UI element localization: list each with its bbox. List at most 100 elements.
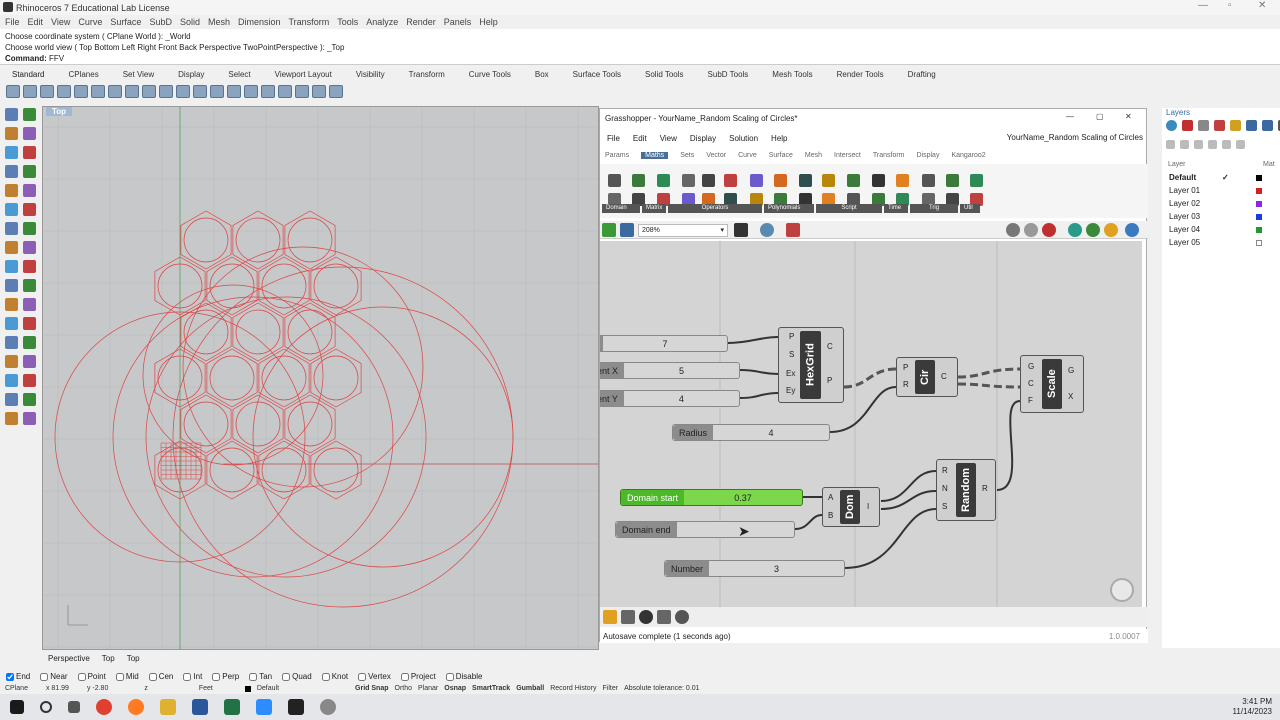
osnap-cen[interactable]: Cen (148, 672, 173, 681)
tab-surface-tools[interactable]: Surface Tools (561, 70, 633, 79)
gh-component-icon[interactable] (799, 174, 812, 187)
gh-minimize-icon[interactable]: — (1066, 112, 1074, 121)
help-icon[interactable] (329, 84, 343, 98)
point-icon[interactable] (23, 108, 36, 121)
menu-surface[interactable]: Surface (110, 17, 141, 27)
gh-tab-params[interactable]: Params (605, 152, 629, 159)
restore-icon[interactable]: ▫ (1228, 0, 1232, 11)
layer-row[interactable]: Layer 01 (1169, 186, 1274, 195)
filter-icon[interactable] (1236, 140, 1245, 149)
toggle-filter[interactable]: Filter (603, 685, 619, 692)
status-layer[interactable]: Default (257, 685, 279, 692)
input-pin[interactable]: P (789, 332, 794, 341)
osnap-checkbox[interactable] (282, 672, 291, 681)
toggle-smarttrack[interactable]: SmartTrack (472, 685, 510, 692)
gh-tab-vector[interactable]: Vector (706, 152, 726, 159)
surface-icon[interactable] (5, 203, 18, 216)
layers-panel-title[interactable]: Layers (1166, 108, 1190, 117)
input-pin[interactable]: A (828, 493, 833, 502)
line-icon[interactable] (5, 127, 18, 140)
rotate-view-icon[interactable] (159, 84, 173, 98)
rectangle-icon[interactable] (5, 165, 18, 178)
menu-analyze[interactable]: Analyze (366, 17, 398, 27)
output-pin[interactable]: P (827, 376, 832, 385)
gh-tab-curve[interactable]: Curve (738, 152, 757, 159)
close-icon[interactable]: ✕ (1258, 0, 1266, 11)
slider-extent-y[interactable]: ent Y 4 (600, 390, 740, 407)
slider-point-count[interactable]: 7 (600, 335, 728, 352)
settings-icon[interactable] (675, 610, 689, 624)
up-icon[interactable] (1208, 140, 1217, 149)
gh-menu-display[interactable]: Display (690, 134, 716, 143)
undo-icon[interactable] (125, 84, 139, 98)
gh-component-icon[interactable] (946, 174, 959, 187)
zoom-icon[interactable] (176, 84, 190, 98)
task-view-icon[interactable] (68, 701, 80, 713)
menu-view[interactable]: View (51, 17, 70, 27)
new-layer-icon[interactable] (1166, 140, 1175, 149)
layer-row[interactable]: Layer 05 (1169, 238, 1274, 247)
display-icon[interactable] (1086, 223, 1100, 237)
windows-start-icon[interactable] (10, 700, 24, 714)
toggle-grid-snap[interactable]: Grid Snap (355, 685, 388, 692)
toggle-planar[interactable]: Planar (418, 685, 438, 692)
tab-solid-tools[interactable]: Solid Tools (633, 70, 696, 79)
tab-cplanes[interactable]: CPlanes (56, 70, 110, 79)
preview-eye-icon[interactable] (760, 223, 774, 237)
viewport-label[interactable]: Top (46, 107, 73, 116)
brush-icon[interactable] (1198, 120, 1209, 131)
chrome-icon[interactable] (96, 699, 112, 715)
osnap-checkbox[interactable] (400, 672, 409, 681)
zoom-dropdown[interactable]: 208% ▾ (638, 224, 728, 237)
tab-visibility[interactable]: Visibility (344, 70, 397, 79)
component-random[interactable]: R N S Random R (936, 459, 996, 521)
osnap-point[interactable]: Point (77, 672, 106, 681)
cut-icon[interactable] (74, 84, 88, 98)
slider-domain-start[interactable]: Domain start 0.37 (620, 489, 803, 506)
slider-domain-end[interactable]: Domain end (615, 521, 795, 538)
osnap-checkbox[interactable] (183, 672, 192, 681)
display-icon[interactable] (1068, 223, 1082, 237)
render-icon[interactable] (278, 84, 292, 98)
firefox-icon[interactable] (128, 699, 144, 715)
new-sublayer-icon[interactable] (1180, 140, 1189, 149)
tab-display[interactable]: Display (166, 70, 216, 79)
menu-dimension[interactable]: Dimension (238, 17, 281, 27)
output-pin[interactable]: C (941, 372, 947, 381)
osnap-near[interactable]: Near (40, 672, 68, 681)
osnap-project[interactable]: Project (400, 672, 436, 681)
osnap-checkbox[interactable] (40, 672, 49, 681)
menu-panels[interactable]: Panels (444, 17, 472, 27)
output-pin[interactable]: I (867, 502, 869, 511)
layer-color-swatch[interactable] (1256, 200, 1262, 207)
move-icon[interactable] (5, 260, 18, 273)
menu-mesh[interactable]: Mesh (208, 17, 230, 27)
gh-component-icon[interactable] (774, 174, 787, 187)
osnap-checkbox[interactable] (249, 672, 258, 681)
display-tab-icon[interactable] (1214, 120, 1225, 131)
zoom-extents-icon[interactable] (210, 84, 224, 98)
gh-tab-mesh[interactable]: Mesh (805, 152, 822, 159)
osnap-checkbox[interactable] (148, 672, 157, 681)
slider-number[interactable]: Number 3 (664, 560, 845, 577)
layer-color-swatch[interactable] (1256, 174, 1262, 181)
input-pin[interactable]: R (903, 380, 909, 389)
osnap-quad[interactable]: Quad (282, 672, 312, 681)
gh-component-icon[interactable] (970, 174, 983, 187)
osnap-checkbox[interactable] (77, 672, 86, 681)
text-icon[interactable] (5, 317, 18, 330)
curve-icon[interactable] (23, 165, 36, 178)
extrude-icon[interactable] (23, 203, 36, 216)
gh-menu-edit[interactable]: Edit (633, 134, 647, 143)
gh-tab-surface[interactable]: Surface (769, 152, 793, 159)
gh-component-icon[interactable] (702, 174, 715, 187)
save-file-icon[interactable] (620, 223, 634, 237)
file-explorer-icon[interactable] (160, 699, 176, 715)
polyline-icon[interactable] (23, 127, 36, 140)
input-pin[interactable]: B (828, 511, 833, 520)
viewports-icon[interactable] (227, 84, 241, 98)
gh-component-icon[interactable] (872, 174, 885, 187)
zoom-window-icon[interactable] (193, 84, 207, 98)
tab-standard[interactable]: Standard (0, 70, 56, 79)
component-domain[interactable]: A B Dom I (822, 487, 880, 527)
